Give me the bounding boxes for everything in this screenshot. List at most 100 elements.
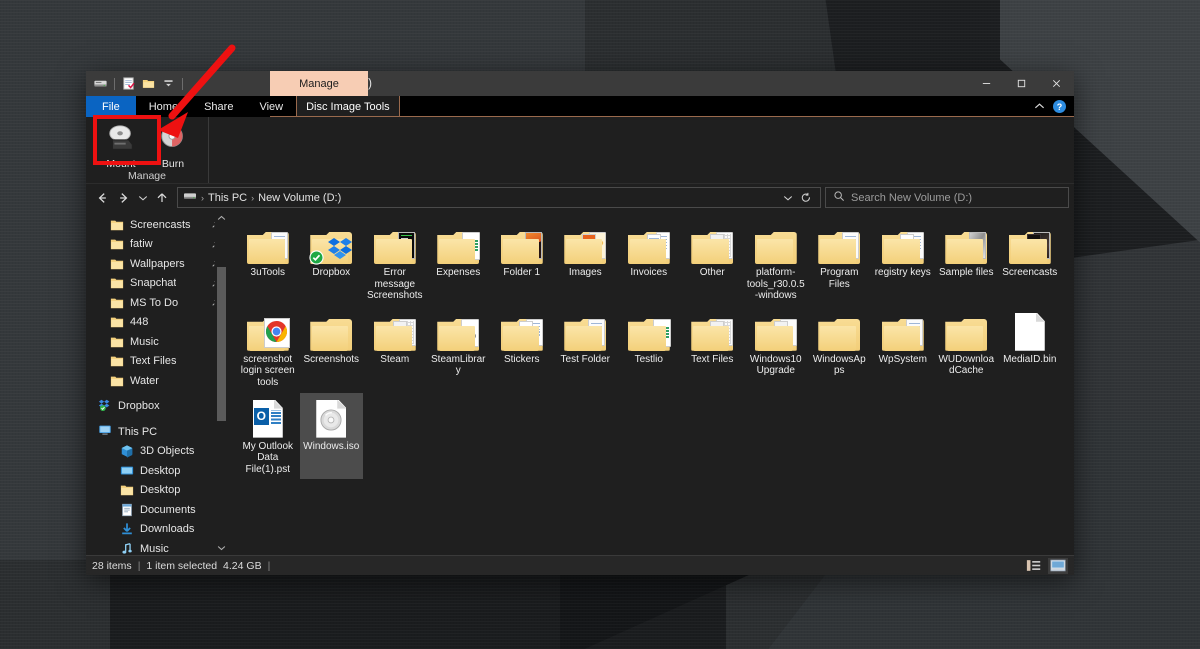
file-item[interactable]: Sample files xyxy=(935,219,999,306)
new-folder-icon[interactable] xyxy=(140,75,157,92)
folder-dropbox-thumbnail xyxy=(307,222,355,264)
file-item[interactable]: Program Files xyxy=(808,219,872,306)
file-item[interactable]: registry keys xyxy=(871,219,935,306)
sidebar-item-water[interactable]: Water xyxy=(86,371,228,391)
view-mode-buttons xyxy=(1024,558,1068,574)
tab-home[interactable]: Home xyxy=(136,96,191,117)
file-item-label: platform-tools_r30.0.5-windows xyxy=(747,267,805,302)
outlook-file-icon: O xyxy=(253,400,283,438)
file-item[interactable]: XTestlio xyxy=(617,306,681,393)
scroll-up-icon[interactable] xyxy=(215,211,228,225)
file-outlook-thumbnail: O xyxy=(244,396,292,438)
sidebar-item-downloads[interactable]: Downloads xyxy=(86,520,228,540)
file-item-label: Screencasts xyxy=(1001,267,1059,279)
file-item-label: Steam xyxy=(366,354,424,366)
sidebar-item-ms-to-do[interactable]: MS To Do xyxy=(86,293,228,313)
customize-dropdown-icon[interactable] xyxy=(160,75,177,92)
file-item[interactable]: Dropbox xyxy=(300,219,364,306)
folder-icon xyxy=(755,317,797,351)
file-item-label: Testlio xyxy=(620,354,678,366)
drive-icon[interactable] xyxy=(92,75,109,92)
file-item[interactable]: Screenshots xyxy=(300,306,364,393)
sidebar-item-desktop[interactable]: Desktop xyxy=(86,481,228,501)
window-controls xyxy=(969,71,1074,96)
search-input[interactable]: Search New Volume (D:) xyxy=(825,187,1069,208)
scroll-down-icon[interactable] xyxy=(215,541,228,555)
large-icons-view-icon[interactable] xyxy=(1048,558,1068,574)
sidebar-item-documents[interactable]: Documents xyxy=(86,500,228,520)
file-item[interactable]: OMy Outlook Data File(1).pst xyxy=(236,393,300,480)
recent-locations-button[interactable] xyxy=(135,187,151,209)
refresh-icon[interactable] xyxy=(797,192,815,204)
ribbon-tabstrip-actions: ? xyxy=(1034,96,1074,117)
ribbon-panel: Mount Burn Manage xyxy=(86,117,1074,184)
sidebar-item-text-files[interactable]: Text Files xyxy=(86,352,228,372)
address-dropdown-icon[interactable] xyxy=(779,194,797,202)
tab-file[interactable]: File xyxy=(86,96,136,117)
file-item[interactable]: Stickers xyxy=(490,306,554,393)
folder-preview-gray-thumbnail xyxy=(942,222,990,264)
file-item[interactable]: WUDownloadCache xyxy=(935,306,999,393)
file-list-pane[interactable]: 3uToolsDropboxError message ScreenshotsX… xyxy=(228,211,1074,555)
breadcrumb-bar[interactable]: › This PC › New Volume (D:) xyxy=(177,187,821,208)
search-placeholder: Search New Volume (D:) xyxy=(851,192,972,204)
folder-excel-thumbnail: X xyxy=(434,222,482,264)
close-button[interactable] xyxy=(1039,71,1074,96)
quick-access-toolbar xyxy=(86,71,191,96)
sidebar-item-music[interactable]: Music xyxy=(86,539,228,555)
minimize-button[interactable] xyxy=(969,71,1004,96)
help-icon[interactable]: ? xyxy=(1053,100,1066,113)
file-item-label: Stickers xyxy=(493,354,551,366)
properties-icon[interactable] xyxy=(120,75,137,92)
tab-disc-image-tools[interactable]: Disc Image Tools xyxy=(296,96,400,117)
forward-button[interactable] xyxy=(113,187,135,209)
file-item[interactable]: WindowsApps xyxy=(808,306,872,393)
file-item[interactable]: screenshot login screen tools xyxy=(236,306,300,393)
back-button[interactable] xyxy=(91,187,113,209)
file-item[interactable]: SteamLibrary xyxy=(427,306,491,393)
file-item[interactable]: Windows10 Upgrade xyxy=(744,306,808,393)
file-item[interactable]: Other xyxy=(681,219,745,306)
burn-button[interactable]: Burn xyxy=(148,121,198,170)
sidebar-item-448[interactable]: 448 xyxy=(86,313,228,333)
folder-preview-grid-thumbnail xyxy=(371,309,419,351)
sidebar-item-dropbox[interactable]: Dropbox xyxy=(86,397,228,417)
maximize-button[interactable] xyxy=(1004,71,1039,96)
tab-share[interactable]: Share xyxy=(191,96,246,117)
tab-view[interactable]: View xyxy=(246,96,296,117)
mount-button[interactable]: Mount xyxy=(96,121,146,170)
file-item[interactable]: Windows.iso xyxy=(300,393,364,480)
breadcrumb-new-volume[interactable]: New Volume (D:) xyxy=(258,192,341,204)
music-note-icon xyxy=(120,542,134,555)
file-item[interactable]: 3uTools xyxy=(236,219,300,306)
file-item[interactable]: Folder 1 xyxy=(490,219,554,306)
sidebar-item-this-pc[interactable]: This PC xyxy=(86,422,228,442)
file-item[interactable]: Steam xyxy=(363,306,427,393)
sidebar-item-desktop[interactable]: Desktop xyxy=(86,461,228,481)
sidebar-item-snapchat[interactable]: Snapchat xyxy=(86,274,228,294)
navpane-scrollbar[interactable] xyxy=(215,211,228,555)
file-item[interactable]: XExpenses xyxy=(427,219,491,306)
collapse-ribbon-icon[interactable] xyxy=(1034,101,1045,113)
file-item[interactable]: Invoices xyxy=(617,219,681,306)
file-item[interactable]: WpSystem xyxy=(871,306,935,393)
quick-access-list: ScreencastsfatiwWallpapersSnapchatMS To … xyxy=(86,215,228,391)
file-item[interactable]: Text Files xyxy=(681,306,745,393)
folder-icon xyxy=(310,230,352,264)
file-item[interactable]: platform-tools_r30.0.5-windows xyxy=(744,219,808,306)
sidebar-item-wallpapers[interactable]: Wallpapers xyxy=(86,254,228,274)
file-item[interactable]: Images xyxy=(554,219,618,306)
sidebar-item-screencasts[interactable]: Screencasts xyxy=(86,215,228,235)
breadcrumb-this-pc[interactable]: This PC xyxy=(208,192,247,204)
file-item[interactable]: Error message Screenshots xyxy=(363,219,427,306)
folder-icon xyxy=(564,230,606,264)
scrollbar-thumb[interactable] xyxy=(217,267,226,421)
file-item[interactable]: MediaID.bin xyxy=(998,306,1062,393)
sidebar-item-fatiw[interactable]: fatiw xyxy=(86,235,228,255)
up-button[interactable] xyxy=(151,187,173,209)
details-view-icon[interactable] xyxy=(1024,558,1044,574)
file-item[interactable]: Test Folder xyxy=(554,306,618,393)
file-item[interactable]: Screencasts xyxy=(998,219,1062,306)
sidebar-item-music[interactable]: Music xyxy=(86,332,228,352)
sidebar-item-3d-objects[interactable]: 3D Objects xyxy=(86,442,228,462)
